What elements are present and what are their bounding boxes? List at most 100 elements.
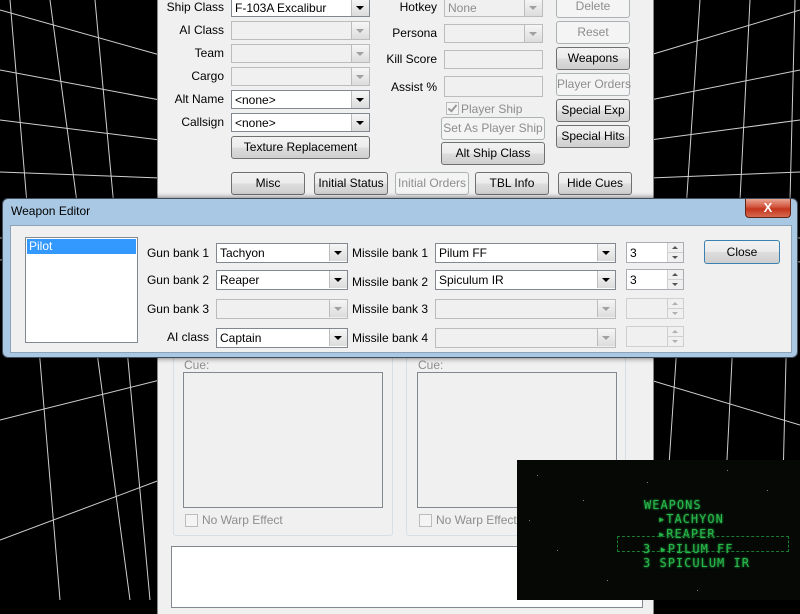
spin-buttons[interactable] <box>667 270 683 289</box>
cargo-select[interactable] <box>231 67 370 86</box>
weapons-button[interactable]: Weapons <box>556 47 630 70</box>
hud-missile-2: 3 SPICULUM IR <box>643 556 750 570</box>
star <box>583 500 584 501</box>
missile-bank-2-select[interactable]: Spiculum IR <box>435 270 616 290</box>
chevron-down-icon[interactable] <box>524 25 542 42</box>
tbl-info-button[interactable]: TBL Info <box>475 172 549 195</box>
spin-buttons[interactable] <box>667 243 683 262</box>
ai-class-value: Captain <box>220 331 262 345</box>
missile-bank-1-select[interactable]: Pilum FF <box>435 243 616 263</box>
chevron-down-icon[interactable] <box>351 114 369 131</box>
missile-bank-3-select[interactable] <box>435 299 616 319</box>
hud-gun-1: ▸TACHYON <box>658 512 724 526</box>
chevron-down-icon[interactable] <box>351 68 369 85</box>
spin-up-icon[interactable] <box>668 327 683 337</box>
ai-class-select[interactable] <box>231 21 370 40</box>
chevron-down-icon[interactable] <box>597 329 615 346</box>
missile-bank-4-count[interactable] <box>626 326 684 347</box>
chevron-down-icon[interactable] <box>351 91 369 108</box>
spin-down-icon[interactable] <box>668 309 683 318</box>
chevron-down-icon[interactable] <box>597 244 615 261</box>
missile-bank-2-value: Spiculum IR <box>439 273 504 287</box>
missile-bank-2-label: Missile bank 2 <box>351 275 428 289</box>
spin-buttons[interactable] <box>667 327 683 346</box>
gun-bank-1-select[interactable]: Tachyon <box>216 243 348 263</box>
ship-list[interactable]: Pilot <box>25 237 138 343</box>
player-ship-checkbox[interactable] <box>446 102 459 115</box>
hud-missile-1: 3 ▸PILUM FF <box>643 542 734 556</box>
ship-class-value: F-103A Excalibur <box>235 1 327 15</box>
special-hits-button[interactable]: Special Hits <box>556 125 630 148</box>
delete-button[interactable]: Delete <box>556 0 630 18</box>
gun-bank-1-label: Gun bank 1 <box>146 246 209 260</box>
chevron-down-icon[interactable] <box>329 244 347 261</box>
cargo-label: Cargo <box>191 69 224 83</box>
chevron-down-icon[interactable] <box>524 0 542 16</box>
hotkey-value: None <box>448 1 477 15</box>
missile-bank-4-select[interactable] <box>435 328 616 348</box>
close-button[interactable]: Close <box>704 240 780 264</box>
misc-button[interactable]: Misc <box>231 172 305 195</box>
star <box>767 490 768 491</box>
missile-bank-2-count[interactable]: 3 <box>626 269 684 290</box>
chevron-down-icon[interactable] <box>597 300 615 317</box>
hud-missile-1-name: PILUM FF <box>667 542 734 556</box>
alt-ship-class-button[interactable]: Alt Ship Class <box>441 142 545 165</box>
hud-missile-1-count: 3 <box>643 542 652 556</box>
special-exp-button[interactable]: Special Exp <box>556 99 630 122</box>
list-item[interactable]: Pilot <box>27 239 136 254</box>
callsign-select[interactable]: <none> <box>231 113 370 132</box>
player-ship-label: Player Ship <box>461 102 523 116</box>
gun-bank-2-select[interactable]: Reaper <box>216 270 348 290</box>
missile-bank-1-count[interactable]: 3 <box>626 242 684 263</box>
persona-select[interactable] <box>444 24 543 43</box>
hotkey-select[interactable]: None <box>444 0 543 17</box>
chevron-down-icon[interactable] <box>351 0 369 16</box>
ai-class-label: AI Class <box>179 23 224 37</box>
hide-cues-button[interactable]: Hide Cues <box>558 172 632 195</box>
chevron-down-icon[interactable] <box>329 271 347 288</box>
star <box>537 475 538 476</box>
spin-up-icon[interactable] <box>668 299 683 309</box>
arrival-cue-tree[interactable] <box>183 372 383 508</box>
kill-score-label: Kill Score <box>386 52 437 66</box>
spin-up-icon[interactable] <box>668 270 683 280</box>
close-icon[interactable]: X <box>745 199 791 218</box>
arrival-cue-label: Cue: <box>184 358 210 372</box>
ai-class-label: AI class <box>166 330 209 344</box>
spin-down-icon[interactable] <box>668 280 683 289</box>
chevron-down-icon[interactable] <box>329 329 347 346</box>
reset-button[interactable]: Reset <box>556 21 630 44</box>
star <box>697 590 698 591</box>
chevron-down-icon[interactable] <box>351 22 369 39</box>
chevron-down-icon[interactable] <box>329 300 347 317</box>
ai-class-select[interactable]: Captain <box>216 328 348 348</box>
kill-score-input[interactable] <box>444 50 543 69</box>
initial-status-button[interactable]: Initial Status <box>314 172 388 195</box>
hotkey-label: Hotkey <box>399 0 437 14</box>
set-as-player-ship-button[interactable]: Set As Player Ship <box>441 117 545 140</box>
missile-bank-3-count[interactable] <box>626 298 684 319</box>
departure-no-warp-checkbox[interactable] <box>419 514 432 527</box>
chevron-down-icon[interactable] <box>597 271 615 288</box>
missile-bank-1-count-value: 3 <box>630 246 637 260</box>
gun-bank-2-value: Reaper <box>220 273 260 287</box>
gun-bank-2-label: Gun bank 2 <box>146 273 209 287</box>
initial-orders-button[interactable]: Initial Orders <box>395 172 469 195</box>
team-label: Team <box>194 46 224 60</box>
alt-name-select[interactable]: <none> <box>231 90 370 109</box>
chevron-down-icon[interactable] <box>351 45 369 62</box>
team-select[interactable] <box>231 44 370 63</box>
spin-down-icon[interactable] <box>668 337 683 346</box>
ship-class-select[interactable]: F-103A Excalibur <box>231 0 370 17</box>
texture-replacement-button[interactable]: Texture Replacement <box>231 136 370 159</box>
callsign-value: <none> <box>235 116 276 130</box>
assist-input[interactable] <box>444 76 543 97</box>
alt-name-value: <none> <box>235 93 276 107</box>
spin-down-icon[interactable] <box>668 253 683 262</box>
player-orders-button[interactable]: Player Orders <box>556 73 631 96</box>
arrival-no-warp-checkbox[interactable] <box>185 514 198 527</box>
gun-bank-3-select[interactable] <box>216 299 348 319</box>
spin-buttons[interactable] <box>667 299 683 318</box>
spin-up-icon[interactable] <box>668 243 683 253</box>
